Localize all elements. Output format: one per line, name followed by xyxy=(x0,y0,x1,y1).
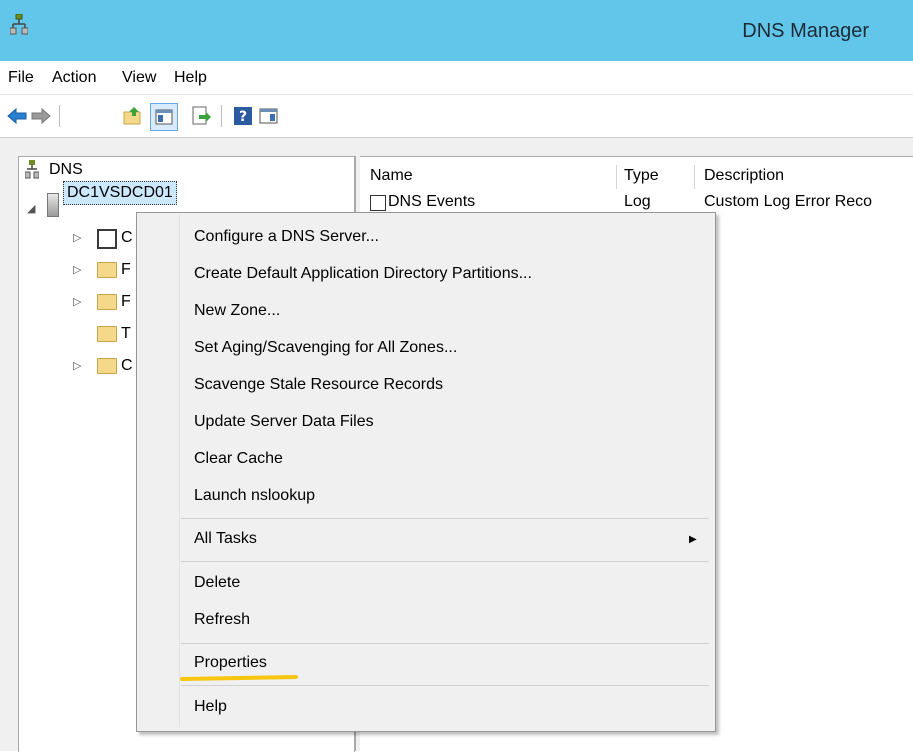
menu-item-new-zone[interactable]: New Zone... xyxy=(194,302,280,320)
expand-arrow-icon[interactable]: ▷ xyxy=(73,259,81,281)
menu-gutter xyxy=(179,215,180,727)
menu-item-all-tasks[interactable]: All Tasks xyxy=(194,530,257,548)
server-icon xyxy=(47,193,59,217)
menu-item-clear-cache[interactable]: Clear Cache xyxy=(194,450,283,468)
collapse-arrow-icon[interactable]: ◢ xyxy=(27,198,35,220)
help-icon[interactable]: ? xyxy=(232,105,254,127)
menu-separator xyxy=(181,685,709,686)
list-cell-type: Log xyxy=(624,193,651,210)
toolbar-separator xyxy=(59,105,60,127)
menu-item-create-default-app-dir-partitions[interactable]: Create Default Application Directory Par… xyxy=(194,265,532,283)
menu-action[interactable]: Action xyxy=(52,69,96,87)
menu-separator xyxy=(181,518,709,519)
menu-file[interactable]: File xyxy=(8,69,34,87)
forward-arrow-icon[interactable] xyxy=(30,105,52,127)
menu-separator xyxy=(181,561,709,562)
dns-app-icon[interactable] xyxy=(9,13,29,36)
menu-item-update-server-data-files[interactable]: Update Server Data Files xyxy=(194,413,374,431)
dns-root-icon xyxy=(24,160,40,187)
folder-icon xyxy=(97,326,117,342)
toolbar-separator xyxy=(221,105,222,127)
tree-item-label: T xyxy=(121,325,131,342)
menu-item-refresh[interactable]: Refresh xyxy=(194,611,250,629)
tree-item-label: DNS xyxy=(49,161,83,178)
show-hide-console-tree-icon[interactable] xyxy=(150,103,178,131)
menu-item-delete[interactable]: Delete xyxy=(194,574,240,592)
export-list-icon[interactable] xyxy=(190,105,212,127)
tree-item-label: C xyxy=(121,357,133,374)
folder-icon xyxy=(97,262,117,278)
menu-separator xyxy=(181,643,709,644)
menu-item-properties[interactable]: Properties xyxy=(194,654,267,672)
menu-help[interactable]: Help xyxy=(174,69,207,87)
menu-item-launch-nslookup[interactable]: Launch nslookup xyxy=(194,487,315,505)
menu-item-scavenge-stale-records[interactable]: Scavenge Stale Resource Records xyxy=(194,376,443,394)
up-folder-icon[interactable] xyxy=(122,105,144,127)
window-title: DNS Manager xyxy=(742,20,869,42)
menu-view[interactable]: View xyxy=(122,69,156,87)
svg-text:?: ? xyxy=(239,109,247,125)
tree-item-label: F xyxy=(121,293,131,310)
tree-item-label: F xyxy=(121,261,131,278)
tree-item-label: C xyxy=(121,229,133,246)
list-cell-name: DNS Events xyxy=(388,193,476,210)
title-bar: DNS Manager xyxy=(0,0,913,61)
toolbar: ? xyxy=(0,95,913,138)
event-log-icon xyxy=(370,195,386,211)
menu-item-set-aging-scavenging[interactable]: Set Aging/Scavenging for All Zones... xyxy=(194,339,457,357)
menu-item-configure-dns-server[interactable]: Configure a DNS Server... xyxy=(194,228,379,246)
list-cell-description: Custom Log Error Reco xyxy=(704,193,873,210)
back-arrow-icon[interactable] xyxy=(6,105,28,127)
folder-icon xyxy=(97,358,117,374)
folder-icon xyxy=(97,294,117,310)
expand-arrow-icon[interactable]: ▷ xyxy=(73,291,81,313)
submenu-arrow-icon: ▶ xyxy=(689,534,697,545)
tree-item-label: DC1VSDCD01 xyxy=(63,181,177,205)
show-hide-action-pane-icon[interactable] xyxy=(258,105,280,127)
expand-arrow-icon[interactable]: ▷ xyxy=(73,355,81,377)
menu-item-help[interactable]: Help xyxy=(194,698,227,716)
context-menu: Configure a DNS Server... Create Default… xyxy=(136,212,716,732)
expand-arrow-icon[interactable]: ▷ xyxy=(73,227,81,249)
global-logs-icon xyxy=(97,229,117,249)
menu-bar: File Action View Help xyxy=(0,61,913,95)
